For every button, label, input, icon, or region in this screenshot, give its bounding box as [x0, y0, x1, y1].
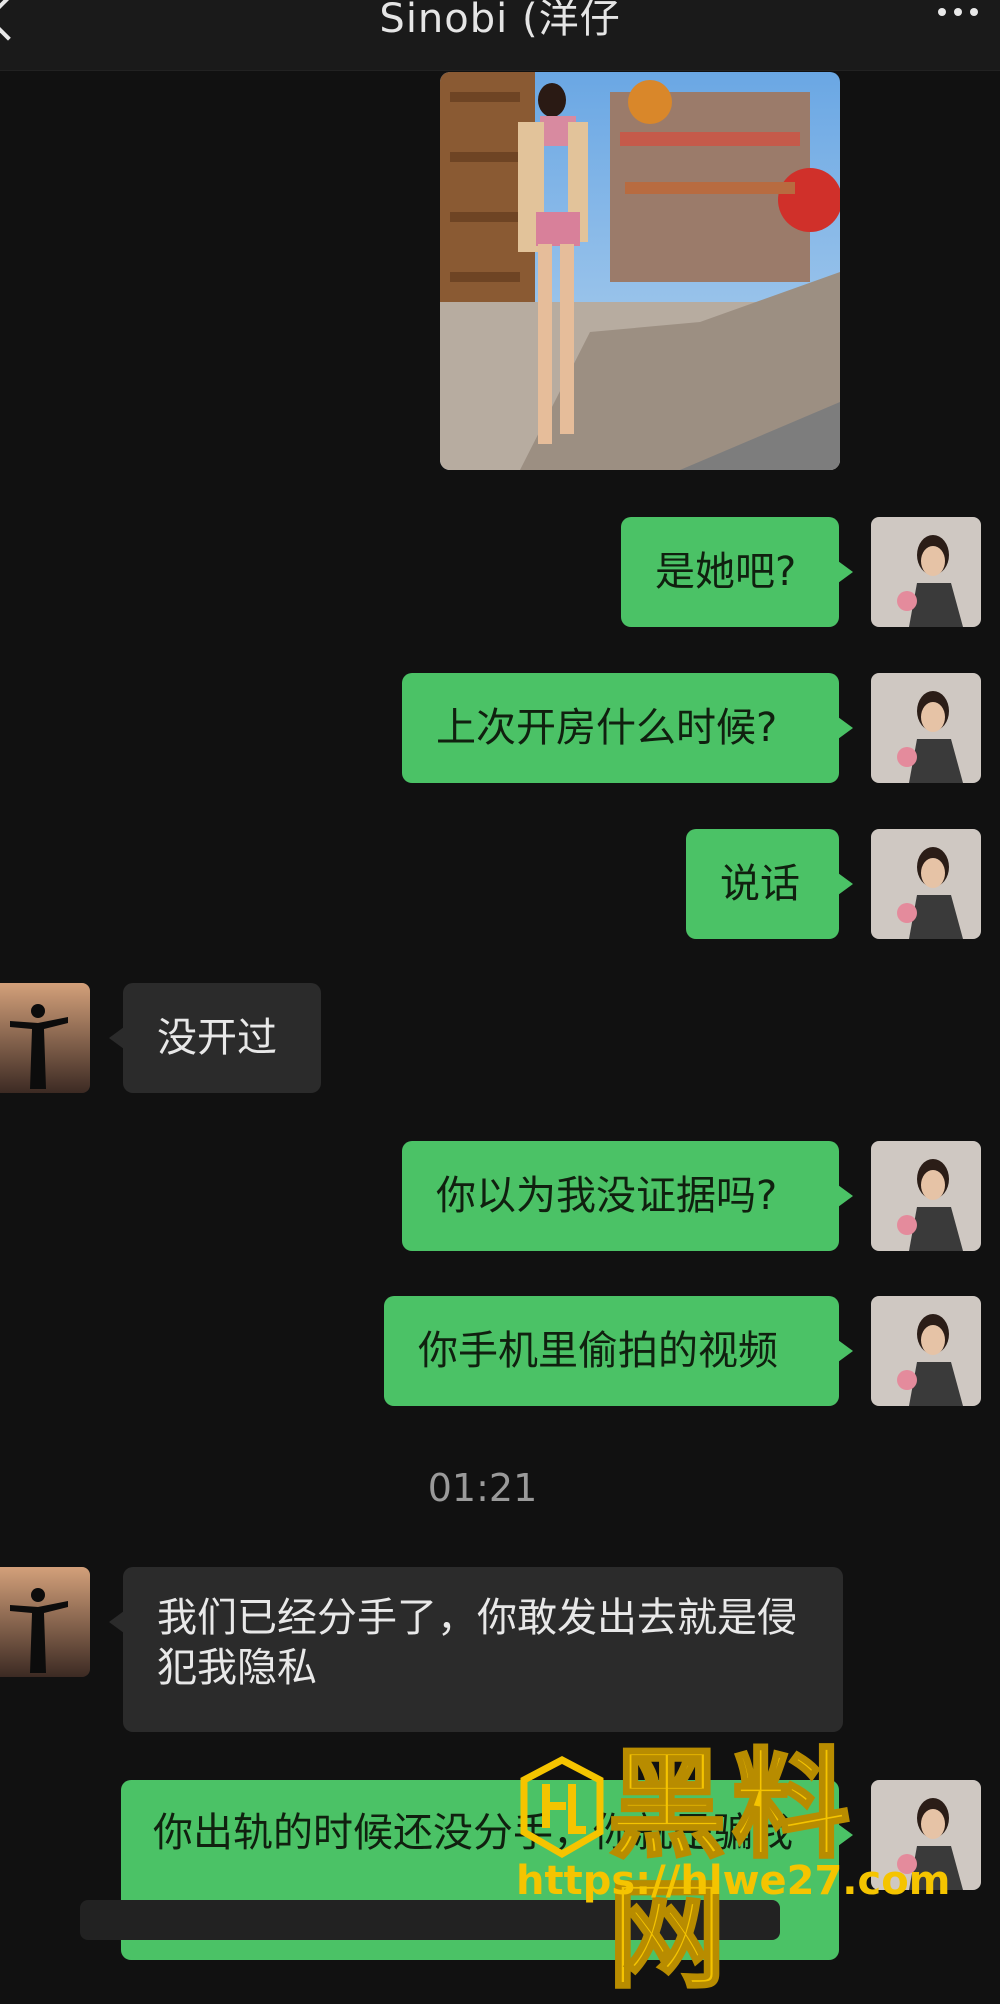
sent-message[interactable]: 你以为我没证据吗?: [402, 1141, 853, 1251]
sent-message[interactable]: 上次开房什么时候?: [402, 673, 853, 783]
received-message[interactable]: 没开过: [109, 983, 321, 1093]
more-icon[interactable]: [938, 8, 978, 16]
my-avatar[interactable]: [871, 829, 981, 939]
watermark: 黑料网 https://hlwe27.com: [508, 1739, 968, 2002]
timestamp: 01:21: [427, 1466, 538, 1510]
logo-icon: [520, 1756, 604, 1859]
received-message[interactable]: 我们已经分手了，你敢发出去就是侵犯我隐私: [109, 1567, 843, 1732]
my-avatar[interactable]: [871, 517, 981, 627]
chat-title: Sinobi (洋仔: [379, 0, 621, 42]
my-avatar[interactable]: [871, 673, 981, 783]
watermark-url: https://hlwe27.com: [516, 1858, 951, 1904]
my-avatar[interactable]: [871, 1296, 981, 1406]
contact-avatar[interactable]: [0, 983, 90, 1093]
chat-header: Sinobi (洋仔: [0, 0, 1000, 71]
sent-message[interactable]: 说话: [686, 829, 853, 939]
my-avatar[interactable]: [871, 1141, 981, 1251]
shared-photo[interactable]: [440, 72, 840, 470]
sent-message[interactable]: 是她吧?: [621, 517, 853, 627]
contact-avatar[interactable]: [0, 1567, 90, 1677]
sent-message[interactable]: 你手机里偷拍的视频: [384, 1296, 853, 1406]
chat-area: 是她吧? 上次开房什么时候? 说话 没开过 你以为我没证据吗? 你手机里偷拍的视…: [0, 0, 1000, 1960]
